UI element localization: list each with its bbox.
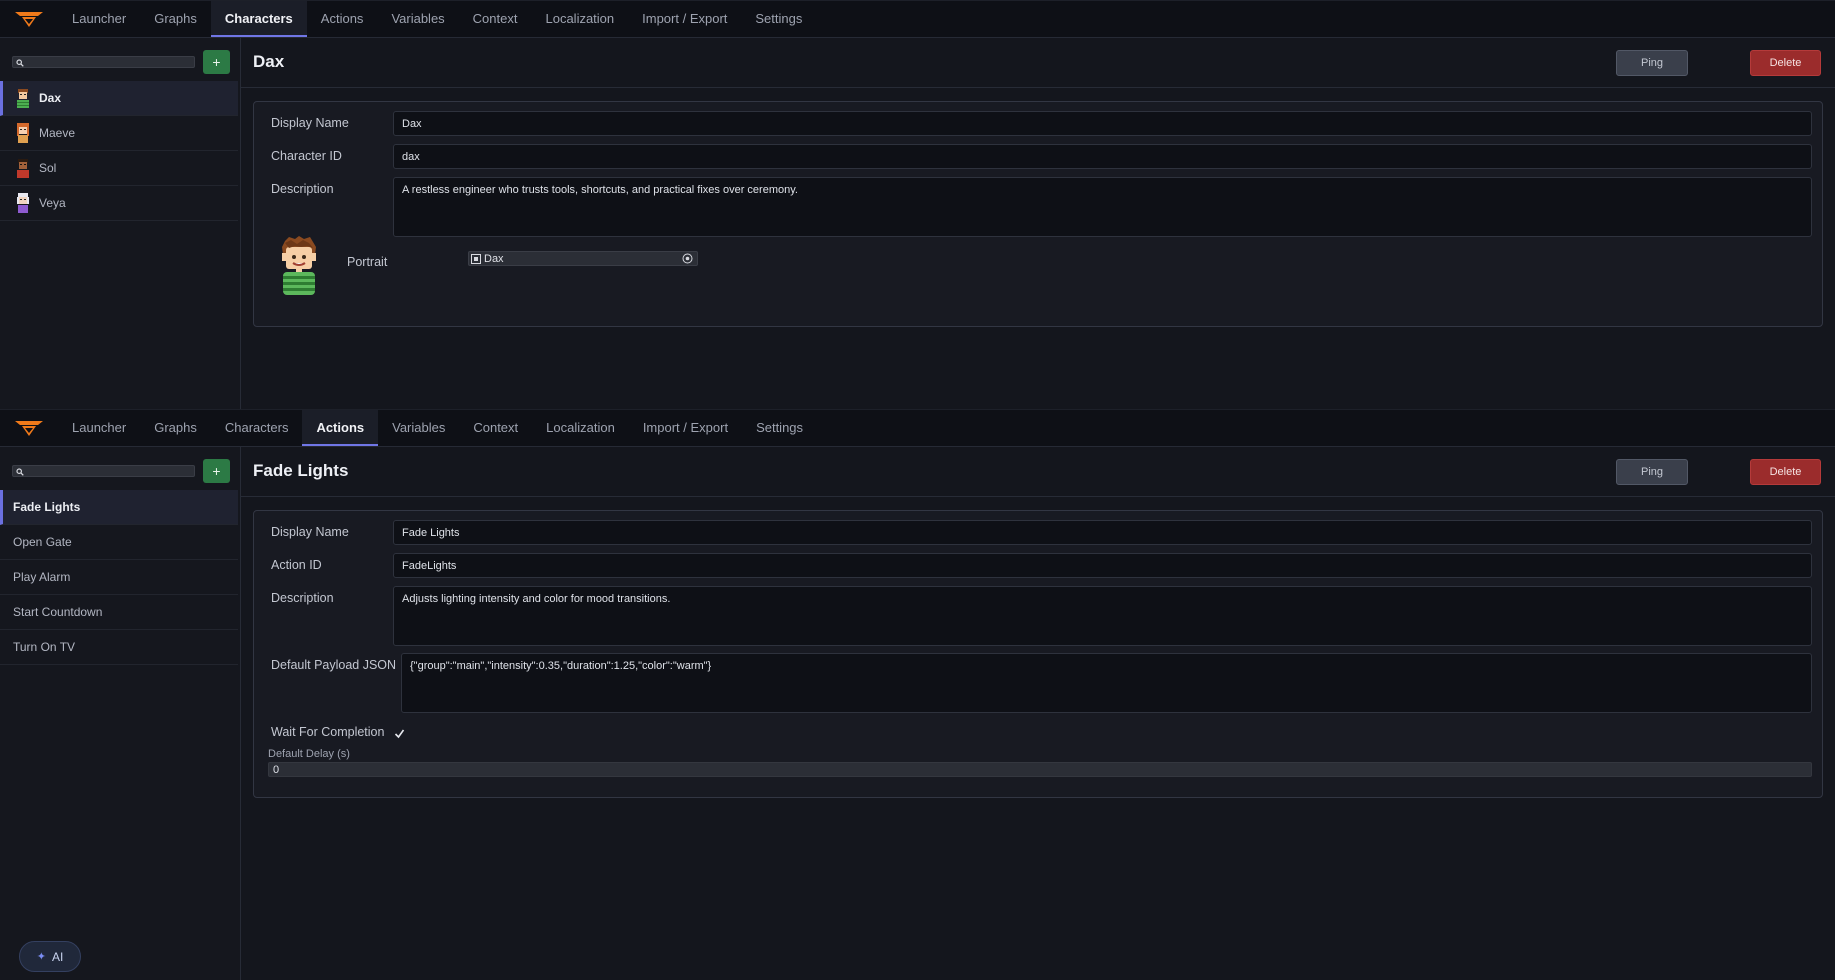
tab-settings[interactable]: Settings [741,1,816,37]
list-item-fade-lights[interactable]: Fade Lights [0,490,238,525]
action-form-card: Display Name Fade Lights Action ID FadeL… [253,510,1823,798]
list-item-label: Veya [39,196,66,210]
wait-checkbox-check-icon[interactable] [393,727,406,740]
action-sidebar: + Fade Lights Open Gate Play Alarm Start… [0,447,241,980]
display-name-field[interactable]: Fade Lights [393,520,1812,545]
portrait-picker[interactable]: Dax [468,251,698,266]
page-title: Dax [253,52,285,71]
search-row: + [12,50,230,74]
veya-avatar-icon [17,193,29,213]
list-item-dax[interactable]: Dax [0,81,238,116]
ai-button-label: AI [51,949,64,964]
maeve-avatar-icon [17,123,29,143]
target-picker-icon[interactable] [682,253,693,264]
description-label: Description [271,591,334,605]
action-id-field[interactable]: FadeLights [393,553,1812,578]
tab-actions[interactable]: Actions [307,1,378,37]
list-item-veya[interactable]: Veya [0,186,238,221]
tab-launcher[interactable]: Launcher [58,410,140,446]
tab-graphs[interactable]: Graphs [140,410,211,446]
tab-actions[interactable]: Actions [302,410,379,446]
tab-characters[interactable]: Characters [211,410,303,446]
tab-import-export[interactable]: Import / Export [628,1,741,37]
editor-header: Fade Lights Ping Delete [241,447,1835,497]
portrait-label: Portrait [347,255,388,269]
character-form-card: Display Name Dax Character ID dax Descri… [253,101,1823,327]
add-character-button[interactable]: + [203,50,230,74]
list-item-label: Maeve [39,126,76,140]
list-item-label: Dax [39,91,62,105]
payload-label: Default Payload JSON [271,658,397,672]
action-list: Fade Lights Open Gate Play Alarm Start C… [0,490,238,665]
character-list: Dax Maeve Sol Veya [0,81,238,221]
search-icon [16,468,24,476]
sprite-icon [471,253,481,264]
action-editor: Fade Lights Ping Delete Display Name Fad… [241,447,1835,980]
character-search[interactable] [12,56,195,68]
tab-settings[interactable]: Settings [742,410,817,446]
description-field[interactable]: A restless engineer who trusts tools, sh… [393,177,1812,237]
display-name-label: Display Name [271,116,349,130]
delete-button[interactable]: Delete [1750,50,1821,76]
actions-panel: Launcher Graphs Characters Actions Varia… [0,409,1835,980]
list-item-open-gate[interactable]: Open Gate [0,525,238,560]
delete-button[interactable]: Delete [1750,459,1821,485]
wait-label: Wait For Completion [271,725,385,739]
portrait-value: Dax [484,252,504,265]
delay-field[interactable]: 0 [268,762,1812,777]
list-item-label: Sol [39,161,57,175]
page-title: Fade Lights [253,461,349,480]
tab-variables[interactable]: Variables [377,1,458,37]
action-search-input[interactable] [27,466,192,476]
tab-characters[interactable]: Characters [210,1,307,37]
display-name-field[interactable]: Dax [393,111,1812,136]
app-logo-icon[interactable] [0,410,58,446]
tab-variables[interactable]: Variables [378,410,459,446]
editor-header: Dax Ping Delete [241,38,1835,88]
app-logo-icon[interactable] [0,1,58,37]
search-row: + [12,459,230,483]
characters-panel: Launcher Graphs Characters Actions Varia… [0,0,1835,409]
display-name-label: Display Name [271,525,349,539]
tab-localization[interactable]: Localization [532,410,629,446]
add-action-button[interactable]: + [203,459,230,483]
list-item-play-alarm[interactable]: Play Alarm [0,560,238,595]
portrait-image [282,236,316,295]
character-id-field[interactable]: dax [393,144,1812,169]
description-label: Description [271,182,334,196]
list-item-start-countdown[interactable]: Start Countdown [0,595,238,630]
character-id-label: Character ID [271,149,342,163]
sparkle-icon: ✦ [36,951,46,963]
tab-localization[interactable]: Localization [531,1,628,37]
tab-launcher[interactable]: Launcher [58,1,140,37]
description-field[interactable]: Adjusts lighting intensity and color for… [393,586,1812,646]
ping-button[interactable]: Ping [1616,50,1688,76]
tab-graphs[interactable]: Graphs [140,1,211,37]
tab-import-export[interactable]: Import / Export [629,410,742,446]
delay-label: Default Delay (s) [268,748,350,760]
action-search[interactable] [12,465,195,477]
action-id-label: Action ID [271,558,322,572]
tab-context[interactable]: Context [459,410,532,446]
character-search-input[interactable] [27,57,192,67]
character-editor: Dax Ping Delete Display Name Dax Charact… [241,38,1835,409]
sol-avatar-icon [17,159,29,178]
top-nav: Launcher Graphs Characters Actions Varia… [0,0,1835,38]
character-sidebar: + Dax Maeve Sol Veya [0,38,241,409]
list-item-maeve[interactable]: Maeve [0,116,238,151]
tab-context[interactable]: Context [459,1,532,37]
ai-assistant-button[interactable]: ✦ AI [19,941,81,972]
payload-field[interactable]: {"group":"main","intensity":0.35,"durati… [401,653,1812,713]
top-nav: Launcher Graphs Characters Actions Varia… [0,409,1835,447]
list-item-turn-on-tv[interactable]: Turn On TV [0,630,238,665]
dax-avatar-icon [17,89,29,108]
list-item-sol[interactable]: Sol [0,151,238,186]
ping-button[interactable]: Ping [1616,459,1688,485]
search-icon [16,59,24,67]
